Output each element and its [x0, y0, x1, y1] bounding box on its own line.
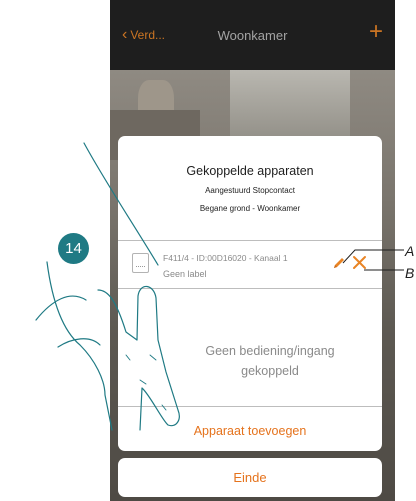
- divider: [118, 406, 382, 407]
- plus-icon[interactable]: +: [369, 20, 383, 44]
- step-number-badge: 14: [58, 233, 89, 264]
- add-device-button[interactable]: Apparaat toevoegen: [118, 424, 382, 438]
- device-label: Geen label: [163, 269, 207, 279]
- device-type: Aangestuurd Stopcontact: [205, 186, 295, 195]
- divider: [118, 288, 382, 289]
- pencil-icon[interactable]: [331, 255, 347, 271]
- socket-icon: [132, 253, 149, 273]
- device-location: Begane grond - Woonkamer: [199, 204, 301, 213]
- no-command-message: Geen bediening/ingang gekoppeld: [158, 341, 382, 381]
- page-title: Woonkamer: [217, 28, 288, 43]
- callout-label-a: A: [405, 243, 415, 259]
- dialog-title: Gekoppelde apparaten: [186, 164, 314, 178]
- app-screen: ‹ Verd... Woonkamer + Gekoppelde apparat…: [110, 0, 395, 501]
- linked-device-row: F411/4 - ID:00D16020 - Kanaal 1 Geen lab…: [118, 242, 382, 287]
- close-icon[interactable]: [352, 255, 367, 270]
- no-command-line-2: gekoppeld: [241, 364, 299, 378]
- no-command-line-1: Geen bediening/ingang: [205, 344, 335, 358]
- callout-label-b: B: [405, 265, 415, 281]
- linked-devices-dialog: Gekoppelde apparaten Aangestuurd Stopcon…: [118, 136, 382, 451]
- dialog-header: Gekoppelde apparaten Aangestuurd Stopcon…: [118, 136, 382, 240]
- device-id: F411/4 - ID:00D16020 - Kanaal 1: [163, 253, 288, 263]
- nav-bar: ‹ Verd... Woonkamer +: [110, 0, 395, 70]
- divider: [118, 240, 382, 241]
- finish-button[interactable]: Einde: [118, 458, 382, 497]
